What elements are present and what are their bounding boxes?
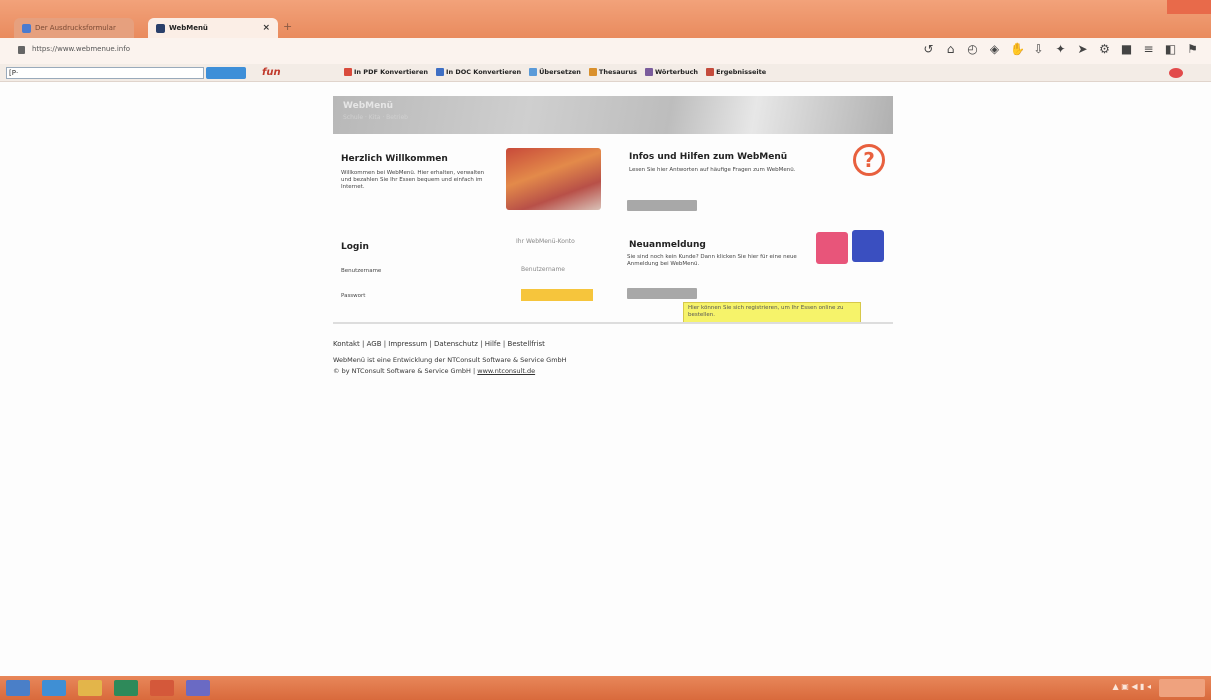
bookmark-items: In PDF Konvertieren In DOC Konvertieren … xyxy=(344,68,766,76)
firefox-icon[interactable] xyxy=(150,680,174,696)
search-prefix: [P· xyxy=(9,69,19,77)
register-text: Sie sind noch kein Kunde? Dann klicken S… xyxy=(627,254,797,267)
send-icon[interactable]: ➤ xyxy=(1076,42,1089,56)
tab-favicon-icon xyxy=(22,23,31,33)
bookmark-translate[interactable]: Übersetzen xyxy=(529,68,581,76)
address-bar-row: https://www.webmenue.info ↺ ⌂ ◴ ◈ ✋ ⇩ ✦ … xyxy=(0,38,1211,64)
shield-icon[interactable]: ◈ xyxy=(988,42,1001,56)
taskbar-icons xyxy=(6,680,210,696)
register-button[interactable] xyxy=(627,288,697,299)
toolbar-search-button[interactable] xyxy=(206,67,246,79)
tab-close-icon[interactable]: × xyxy=(262,23,270,33)
taskbar-clock[interactable] xyxy=(1159,679,1205,697)
outlook-icon[interactable] xyxy=(114,680,138,696)
bookmarks-toolbar: [P· fun In PDF Konvertieren In DOC Konve… xyxy=(0,64,1211,82)
reader-icon[interactable]: ◧ xyxy=(1164,42,1177,56)
footer-links[interactable]: Kontakt | AGB | Impressum | Datenschutz … xyxy=(333,340,545,348)
ntconsult-link[interactable]: www.ntconsult.de xyxy=(477,367,535,375)
system-tray-icons[interactable]: ▲ ▣ ◀ ▮ ◂ xyxy=(1113,682,1151,691)
back-arrow-icon[interactable]: ↺ xyxy=(922,42,935,56)
register-tooltip: Hier können Sie sich registrieren, um Ih… xyxy=(683,302,861,324)
download-icon[interactable]: ⇩ xyxy=(1032,42,1045,56)
pocket-icon[interactable]: ⚑ xyxy=(1186,42,1199,56)
pdf-icon xyxy=(344,68,352,76)
dictionary-icon xyxy=(644,68,653,76)
username-label: Benutzername xyxy=(341,268,382,274)
toolbar-search-input[interactable]: [P· xyxy=(6,67,204,79)
translate-icon xyxy=(529,68,538,76)
new-tab-button[interactable]: + xyxy=(283,20,297,34)
doc-icon xyxy=(436,68,445,76)
pink-tile-icon[interactable] xyxy=(816,232,848,264)
history-icon[interactable]: ◴ xyxy=(966,42,979,56)
bookmark-pdf[interactable]: In PDF Konvertieren xyxy=(344,68,428,76)
results-icon xyxy=(706,68,715,76)
hand-icon[interactable]: ✋ xyxy=(1010,42,1025,56)
info-button[interactable] xyxy=(627,200,697,211)
browser-tab-webmenue[interactable]: WebMenü × xyxy=(148,18,278,38)
footer-credit: WebMenü ist eine Entwicklung der NTConsu… xyxy=(333,356,567,364)
footer-copyright: © by NTConsult Software & Service GmbH |… xyxy=(333,367,536,375)
browser-toolbar-icons: ↺ ⌂ ◴ ◈ ✋ ⇩ ✦ ➤ ⚙ ■ ≡ ◧ ⚑ xyxy=(922,42,1199,56)
bookmark-dictionary[interactable]: Wörterbuch xyxy=(644,68,698,76)
banner-subtitle: Schule · Kita · Betrieb xyxy=(343,114,408,121)
help-icon[interactable]: ? xyxy=(853,144,885,176)
bookmark-results[interactable]: Ergebnisseite xyxy=(706,68,766,76)
bookmark-doc[interactable]: In DOC Konvertieren xyxy=(436,68,521,76)
info-text: Lesen Sie hier Antworten auf häufige Fra… xyxy=(629,167,796,173)
tab-label: WebMenü xyxy=(169,24,208,32)
settings-icon[interactable]: ⚙ xyxy=(1098,42,1111,56)
info-title: Infos und Hilfen zum WebMenü xyxy=(629,152,788,162)
home-icon[interactable]: ⌂ xyxy=(944,42,957,56)
start-icon[interactable] xyxy=(6,680,30,696)
book-icon xyxy=(588,68,597,76)
fruit-image xyxy=(506,148,601,210)
browser-tab-strip: Der Ausdrucksformular WebMenü × + xyxy=(0,0,1211,38)
login-title: Login xyxy=(341,242,369,252)
tab-favicon-icon xyxy=(156,23,165,33)
folder-icon[interactable] xyxy=(78,680,102,696)
star-icon[interactable]: ✦ xyxy=(1054,42,1067,56)
app-icon[interactable] xyxy=(186,680,210,696)
addon-icon[interactable] xyxy=(1169,68,1183,78)
bookmark-thesaurus[interactable]: Thesaurus xyxy=(588,68,637,76)
menu-icon[interactable]: ≡ xyxy=(1142,42,1155,56)
welcome-text: Willkommen bei WebMenü. Hier erhalten, v… xyxy=(341,170,485,190)
login-account-label: Ihr WebMenü-Konto xyxy=(516,238,575,245)
banner-title: WebMenü xyxy=(343,101,394,111)
register-title: Neuanmeldung xyxy=(629,240,706,250)
password-input[interactable] xyxy=(521,289,593,301)
tab-label: Der Ausdrucksformular xyxy=(35,24,116,32)
browser-tab-1[interactable]: Der Ausdrucksformular xyxy=(14,18,134,38)
welcome-title: Herzlich Willkommen xyxy=(341,154,448,164)
blue-tile-icon[interactable] xyxy=(852,230,884,262)
window-close-button[interactable] xyxy=(1167,0,1211,14)
content-divider xyxy=(333,322,893,324)
password-label: Passwort xyxy=(341,293,366,299)
page-banner: WebMenü Schule · Kita · Betrieb xyxy=(333,96,893,134)
url-field[interactable]: https://www.webmenue.info xyxy=(32,45,130,53)
toolbar-brand-logo: fun xyxy=(262,67,281,78)
lock-icon xyxy=(18,46,25,54)
username-input[interactable]: Benutzername xyxy=(521,266,565,273)
ie-icon[interactable] xyxy=(42,680,66,696)
square-icon[interactable]: ■ xyxy=(1120,42,1133,56)
windows-taskbar: ▲ ▣ ◀ ▮ ◂ xyxy=(0,676,1211,700)
